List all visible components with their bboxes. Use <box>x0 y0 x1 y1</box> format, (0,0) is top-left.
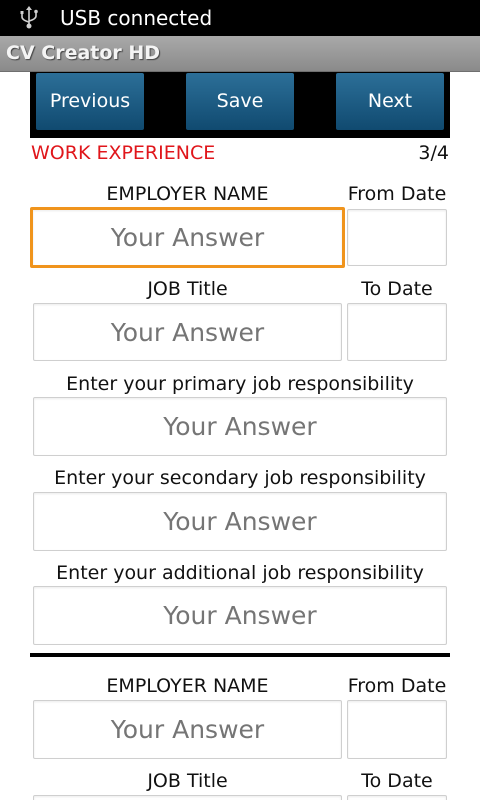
job-title-label-2: JOB Title <box>147 770 228 792</box>
from-date-input-2[interactable] <box>347 700 447 759</box>
app-title: CV Creator HD <box>6 42 161 64</box>
status-bar: USB connected <box>0 0 480 36</box>
employer-name-input[interactable] <box>30 207 345 268</box>
status-text: USB connected <box>60 6 213 30</box>
additional-responsibility-input[interactable] <box>33 586 447 645</box>
previous-button[interactable]: Previous <box>36 73 144 130</box>
job-title-label: JOB Title <box>147 278 228 300</box>
employer-name-label-2: EMPLOYER NAME <box>106 675 269 697</box>
save-button[interactable]: Save <box>186 73 294 130</box>
from-date-label-2: From Date <box>347 675 447 697</box>
app-title-bar: CV Creator HD <box>0 36 480 72</box>
additional-responsibility-label: Enter your additional job responsibility <box>56 562 424 584</box>
secondary-responsibility-label: Enter your secondary job responsibility <box>54 467 426 489</box>
from-date-label: From Date <box>347 183 447 205</box>
from-date-input[interactable] <box>347 209 447 266</box>
to-date-label-2: To Date <box>361 770 433 792</box>
page-indicator: 3/4 <box>418 142 449 164</box>
to-date-input[interactable] <box>347 303 447 361</box>
next-button[interactable]: Next <box>336 73 444 130</box>
primary-responsibility-label: Enter your primary job responsibility <box>66 373 414 395</box>
nav-bar: Previous Save Next <box>30 72 450 138</box>
secondary-responsibility-input[interactable] <box>33 492 447 551</box>
employer-name-input-2[interactable] <box>33 700 342 759</box>
section-title: WORK EXPERIENCE <box>31 142 216 164</box>
to-date-label: To Date <box>361 278 433 300</box>
to-date-input-2[interactable] <box>347 795 447 800</box>
job-title-input-2[interactable] <box>33 795 342 800</box>
usb-icon <box>20 6 38 29</box>
primary-responsibility-input[interactable] <box>33 397 447 456</box>
job-title-input[interactable] <box>33 303 342 361</box>
employer-name-label: EMPLOYER NAME <box>106 183 269 205</box>
entry-divider <box>30 653 450 657</box>
